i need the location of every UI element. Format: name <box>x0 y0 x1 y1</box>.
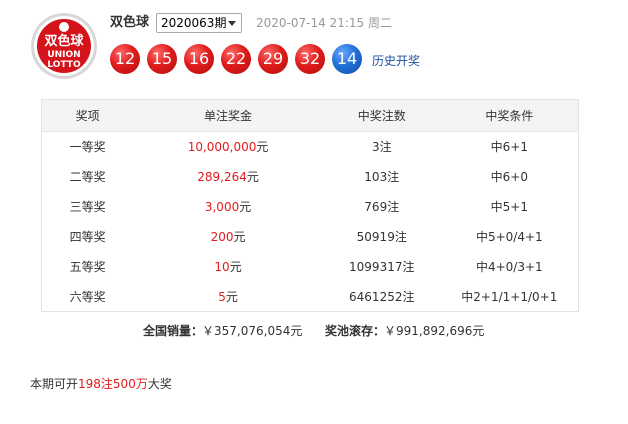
prize-level: 四等奖 <box>69 230 106 244</box>
win-condition: 中6+1 <box>490 140 528 155</box>
win-condition: 中5+0/4+1 <box>475 230 543 244</box>
table-row: 六等奖 5元 6461252注 中2+1/1+1/0+1 <box>42 282 579 312</box>
red-ball: 22 <box>221 44 251 74</box>
pool-label: 奖池滚存： <box>325 324 386 338</box>
win-condition: 中2+1/1+1/0+1 <box>461 289 558 304</box>
winner-count: 103注 <box>364 170 400 184</box>
sales-label: 全国销量： <box>143 324 204 338</box>
prize-level: 一等奖 <box>69 140 106 155</box>
prize-level: 二等奖 <box>69 170 106 184</box>
pool-value: ￥991,892,696元 <box>384 324 485 338</box>
red-ball: 32 <box>295 44 325 74</box>
red-ball: 29 <box>258 44 288 74</box>
draw-time: 2020-07-14 21:15 周二 <box>256 16 392 30</box>
prize-amount-unit: 元 <box>239 200 252 214</box>
jackpot-note-suffix: 大奖 <box>147 377 172 391</box>
prize-amount-unit: 元 <box>256 140 269 155</box>
prize-amount: 200元 <box>133 222 323 252</box>
table-row: 五等奖 10元 1099317注 中4+0/3+1 <box>42 252 579 282</box>
prize-amount-unit: 元 <box>233 230 246 244</box>
chevron-down-icon <box>228 21 236 26</box>
prize-amount: 289,264元 <box>133 162 323 192</box>
winner-count: 1099317注 <box>349 260 415 274</box>
prize-level: 六等奖 <box>69 289 106 304</box>
prize-amount-unit: 元 <box>225 289 238 304</box>
winner-count: 50919注 <box>356 230 407 244</box>
prize-amount-value: 3,000 <box>204 200 240 214</box>
prize-amount-value: 289,264 <box>197 170 247 184</box>
jackpot-note-prefix: 本期可开 <box>30 377 79 391</box>
header-winner-count: 中奖注数 <box>322 99 441 132</box>
history-draws-link[interactable]: 历史开奖 <box>372 53 420 69</box>
prize-amount: 5元 <box>133 282 323 312</box>
game-name: 双色球 <box>110 15 150 30</box>
win-condition: 中6+0 <box>490 170 528 184</box>
jackpot-note: 本期可开198注500万大奖 <box>30 376 172 392</box>
header-prize-amount: 单注奖金 <box>133 99 323 132</box>
issue-select[interactable]: 2020063期 <box>156 13 242 33</box>
table-row: 二等奖 289,264元 103注 中6+0 <box>42 162 579 192</box>
sales-value: ￥357,076,054元 <box>202 324 303 338</box>
prize-amount: 10,000,000元 <box>133 132 323 162</box>
prize-level: 五等奖 <box>69 260 106 274</box>
logo-text-mid: UNION <box>47 50 80 60</box>
winner-count: 6461252注 <box>349 289 415 304</box>
blue-ball: 14 <box>332 44 362 74</box>
logo-text-bottom: LOTTO <box>47 60 81 70</box>
prize-amount-value: 200 <box>210 230 234 244</box>
prize-amount: 3,000元 <box>133 192 323 222</box>
issue-select-value: 2020063期 <box>161 16 227 30</box>
logo-text-top: 双色球 <box>44 33 84 49</box>
prize-amount-value: 10 <box>214 260 230 274</box>
table-row: 三等奖 3,000元 769注 中5+1 <box>42 192 579 222</box>
jackpot-count: 198注 <box>78 377 113 391</box>
table-row: 四等奖 200元 50919注 中5+0/4+1 <box>42 222 579 252</box>
win-condition: 中4+0/3+1 <box>475 260 543 274</box>
union-lotto-logo: 双色球 UNION LOTTO <box>30 12 98 80</box>
prize-amount-value: 10,000,000 <box>187 140 257 155</box>
winner-count: 3注 <box>371 140 392 155</box>
winner-count: 769注 <box>364 200 400 214</box>
winning-numbers: 12 15 16 22 29 32 14 <box>110 44 369 74</box>
prize-amount: 10元 <box>133 252 323 282</box>
prize-amount-value: 5 <box>218 289 226 304</box>
table-header-row: 奖项 单注奖金 中奖注数 中奖条件 <box>41 99 579 132</box>
prize-amount-unit: 元 <box>246 170 259 184</box>
red-ball: 16 <box>184 44 214 74</box>
prize-level: 三等奖 <box>69 200 106 214</box>
prize-table: 奖项 单注奖金 中奖注数 中奖条件 一等奖 10,000,000元 3注 中6+… <box>41 99 579 312</box>
prize-amount-unit: 元 <box>229 260 242 274</box>
logo-graphic: 双色球 UNION LOTTO <box>31 13 97 79</box>
red-ball: 12 <box>110 44 140 74</box>
jackpot-amount: 500万 <box>112 377 148 391</box>
red-ball: 15 <box>147 44 177 74</box>
header-prize-level: 奖项 <box>41 99 134 132</box>
header-win-condition: 中奖条件 <box>440 99 579 132</box>
table-row: 一等奖 10,000,000元 3注 中6+1 <box>42 132 579 162</box>
win-condition: 中5+1 <box>490 200 528 214</box>
